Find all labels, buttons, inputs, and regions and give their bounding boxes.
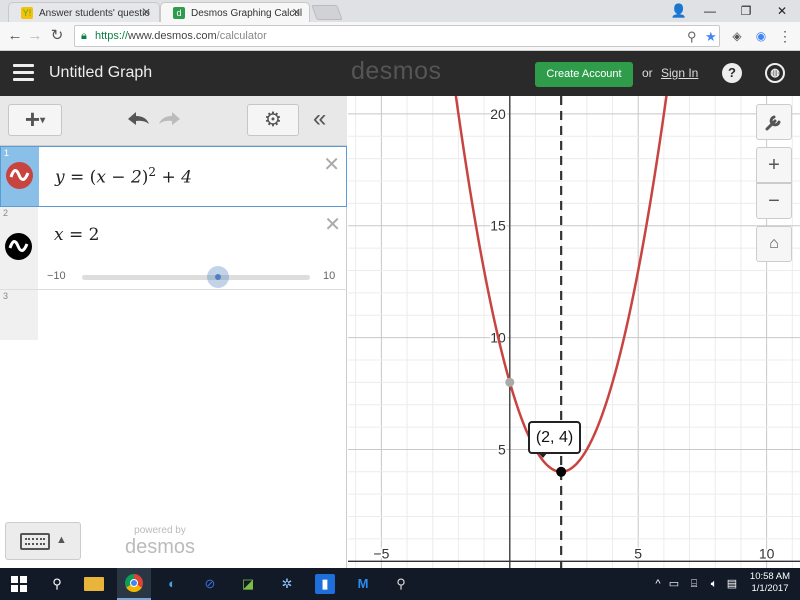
x-tick-label: 10 [759, 545, 775, 561]
tab-close-icon[interactable]: ✕ [292, 6, 301, 19]
vertex-point [556, 466, 567, 477]
extension-eye-icon[interactable]: ◉ [752, 28, 770, 44]
help-icon[interactable]: ? [722, 63, 742, 83]
new-tab-button[interactable] [311, 5, 343, 20]
y-intercept-point [505, 377, 515, 387]
lock-icon: 🔒︎ [81, 30, 87, 42]
minimize-button[interactable]: — [692, 0, 728, 22]
globe-icon[interactable]: ◍ [765, 63, 785, 83]
bookmark-star-icon[interactable]: ★ [705, 29, 717, 45]
chrome-menu-icon[interactable]: ⋮ [776, 28, 794, 44]
app-icon-6[interactable]: M [353, 574, 373, 594]
address-bar[interactable]: 🔒︎ https://www.desmos.com/calculator ⚲ ★ [74, 25, 720, 47]
tab-answer-students[interactable]: Y! Answer students' questio ✕ [8, 2, 160, 22]
zoom-icon[interactable]: ⚲ [687, 29, 697, 45]
browser-toolbar: ← → ↻ 🔒︎ https://www.desmos.com/calculat… [0, 22, 800, 51]
reload-icon[interactable]: ↻ [48, 28, 66, 44]
battery-icon[interactable]: ▭ [664, 574, 684, 594]
expression-panel: +▾ ⚙ « 1 y = (x − 2)2 + 4 ✕ 2 x = 2 ✕ −1… [0, 96, 347, 568]
forward-arrow-icon[interactable]: → [26, 28, 44, 44]
network-icon[interactable]: ⌸ [684, 574, 704, 594]
expression-row-1[interactable]: 1 y = (x − 2)2 + 4 ✕ [0, 146, 347, 207]
point-label-pointer [538, 452, 548, 458]
wrench-icon[interactable] [756, 104, 792, 140]
zoom-out-button[interactable]: − [756, 183, 792, 219]
hamburger-icon[interactable] [13, 64, 34, 82]
desmos-logo: desmos [351, 57, 442, 85]
slider-max-label[interactable]: 10 [323, 270, 335, 282]
expression-row-3[interactable]: 3 [0, 290, 347, 340]
graph-canvas[interactable]: 2015105−5 5 10 [348, 96, 800, 568]
url-text: https://www.desmos.com/calculator [95, 30, 267, 42]
app-icon-4[interactable]: ✲ [277, 574, 297, 594]
curve-color-icon[interactable] [6, 162, 33, 189]
expression-number-tab: 3 [0, 290, 38, 340]
graph-paper[interactable]: 20 15 10 5 −5 5 10 (2, 4) [348, 96, 800, 568]
or-text: or [642, 66, 653, 80]
line-color-icon[interactable] [5, 233, 32, 260]
windows-start-icon[interactable] [9, 574, 29, 594]
zoom-in-button[interactable]: + [756, 147, 792, 183]
app-icon-3[interactable]: ◪ [238, 574, 258, 594]
x-tick-label: −5 [373, 545, 389, 561]
tab-title: Answer students' questio [39, 8, 150, 19]
desmos-header: Untitled Graph desmos Create Account or … [0, 51, 800, 96]
app-icon-1[interactable]: ◐ [162, 574, 182, 594]
slider-handle[interactable] [207, 266, 229, 288]
tab-close-icon[interactable]: ✕ [142, 6, 151, 19]
collapse-panel-icon[interactable]: « [313, 106, 326, 132]
caret-up-icon: ▲ [56, 534, 67, 546]
expression-math[interactable]: x = 2 [54, 225, 99, 245]
slider-track[interactable] [82, 275, 310, 280]
maximize-button[interactable]: ❐ [728, 0, 764, 22]
app-icon-5[interactable]: ▮ [315, 574, 335, 594]
windows-taskbar: ⚲ ◐ ⊘ ◪ ✲ ▮ M ⚲ ^ ▭ ⌸ 🔈︎ ▤ 10:58 AM 1/1/… [0, 568, 800, 600]
taskbar-clock[interactable]: 10:58 AM 1/1/2017 [744, 571, 796, 595]
redo-icon[interactable] [156, 107, 184, 131]
browser-tab-strip: Y! Answer students' questio ✕ d Desmos G… [0, 0, 800, 22]
extension-icon[interactable]: ◈ [728, 28, 746, 44]
keyboard-icon [20, 533, 50, 550]
tab-title: Desmos Graphing Calcul [191, 8, 303, 19]
powered-by-desmos: powered by desmos [124, 525, 196, 559]
search-icon[interactable]: ⚲ [47, 574, 67, 594]
action-center-icon[interactable]: ▤ [722, 574, 742, 594]
magnifier-app-icon[interactable]: ⚲ [391, 574, 411, 594]
tab-desmos[interactable]: d Desmos Graphing Calcul ✕ [160, 2, 310, 22]
y-tick-label: 20 [490, 106, 506, 122]
back-arrow-icon[interactable]: ← [6, 28, 24, 44]
gear-icon[interactable]: ⚙ [247, 104, 299, 136]
home-icon[interactable]: ⌂ [756, 226, 792, 262]
sign-in-link[interactable]: Sign In [661, 66, 698, 80]
app-icon-2[interactable]: ⊘ [200, 574, 220, 594]
graph-title[interactable]: Untitled Graph [49, 64, 152, 82]
expression-math[interactable]: y = (x − 2)2 + 4 [55, 165, 192, 188]
volume-icon[interactable]: 🔈︎ [704, 574, 724, 594]
expression-toolbar: +▾ ⚙ « [0, 96, 347, 146]
chrome-taskbar-button[interactable] [117, 568, 151, 600]
expression-number-tab: 2 [0, 207, 38, 289]
create-account-button[interactable]: Create Account [535, 62, 633, 87]
add-item-button[interactable]: +▾ [8, 104, 62, 136]
delete-expression-icon[interactable]: ✕ [323, 152, 340, 177]
keyboard-toggle-button[interactable]: ▲ [5, 522, 81, 560]
slider-min-label[interactable]: −10 [47, 270, 66, 282]
chrome-icon [125, 574, 143, 592]
close-window-button[interactable]: ✕ [764, 0, 800, 22]
desmos-icon: d [173, 7, 185, 19]
y-tick-label: 15 [490, 218, 506, 234]
y-tick-label: 5 [498, 441, 506, 457]
undo-icon[interactable] [124, 107, 152, 131]
expression-row-2[interactable]: 2 x = 2 ✕ −10 10 [0, 207, 347, 290]
file-explorer-icon[interactable] [84, 577, 104, 591]
point-label[interactable]: (2, 4) [528, 421, 581, 454]
x-tick-label: 5 [634, 545, 642, 561]
delete-expression-icon[interactable]: ✕ [324, 212, 341, 237]
yahoo-answers-icon: Y! [21, 7, 33, 19]
expression-number-tab: 1 [1, 147, 39, 206]
